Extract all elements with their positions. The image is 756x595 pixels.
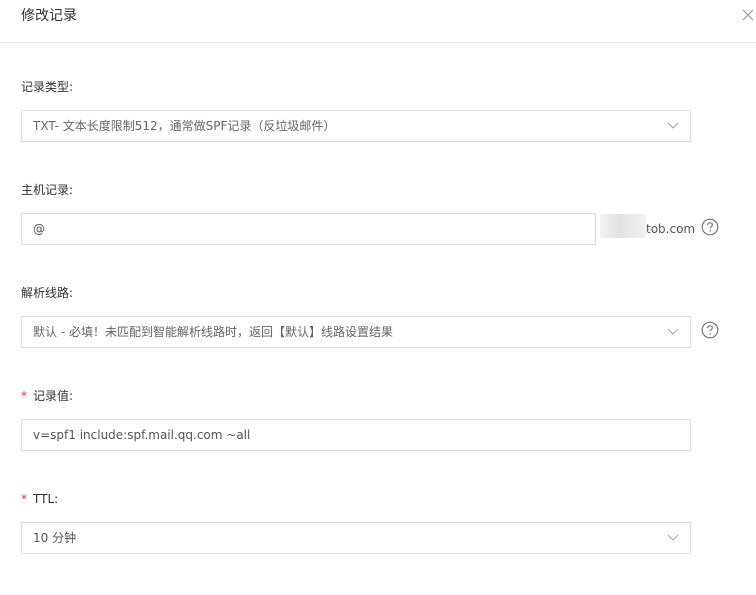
line-selected: 默认 - 必填！未匹配到智能解析线路时，返回【默认】线路设置结果 bbox=[33, 325, 393, 339]
line-select[interactable]: 默认 - 必填！未匹配到智能解析线路时，返回【默认】线路设置结果 bbox=[21, 316, 691, 348]
record-type-selected: TXT- 文本长度限制512，通常做SPF记录（反垃圾邮件） bbox=[33, 119, 336, 133]
blurred-domain-prefix bbox=[600, 214, 646, 238]
host-record-input[interactable]: @ bbox=[21, 213, 596, 245]
record-type-select[interactable]: TXT- 文本长度限制512，通常做SPF记录（反垃圾邮件） bbox=[21, 110, 691, 142]
ttl-label: * TTL: bbox=[21, 492, 58, 506]
ttl-label-text: TTL: bbox=[33, 492, 59, 506]
chevron-down-icon bbox=[667, 122, 679, 129]
domain-suffix: tob.com bbox=[646, 222, 696, 236]
required-mark: * bbox=[21, 389, 27, 403]
host-record-value: @ bbox=[33, 222, 45, 236]
ttl-selected: 10 分钟 bbox=[33, 531, 77, 545]
required-mark: * bbox=[21, 492, 27, 506]
ttl-select[interactable]: 10 分钟 bbox=[21, 522, 691, 554]
chevron-down-icon bbox=[667, 534, 679, 541]
dialog-title: 修改记录 bbox=[21, 8, 77, 24]
record-value-label-text: 记录值: bbox=[33, 389, 74, 403]
line-label: 解析线路: bbox=[21, 286, 74, 300]
edit-record-dialog: 修改记录 记录类型: TXT- 文本长度限制512，通常做SPF记录（反垃圾邮件… bbox=[0, 0, 756, 595]
question-circle-icon[interactable] bbox=[701, 321, 719, 339]
chevron-down-icon bbox=[667, 328, 679, 335]
record-value-input[interactable]: v=spf1 include:spf.mail.qq.com ~all bbox=[21, 419, 691, 451]
record-value-text: v=spf1 include:spf.mail.qq.com ~all bbox=[33, 428, 251, 442]
question-circle-icon[interactable] bbox=[701, 218, 719, 236]
record-value-label: * 记录值: bbox=[21, 389, 73, 403]
dialog-header: 修改记录 bbox=[0, 0, 756, 43]
host-record-label: 主机记录: bbox=[21, 183, 74, 197]
record-type-label: 记录类型: bbox=[21, 80, 74, 94]
close-icon[interactable] bbox=[741, 8, 755, 22]
